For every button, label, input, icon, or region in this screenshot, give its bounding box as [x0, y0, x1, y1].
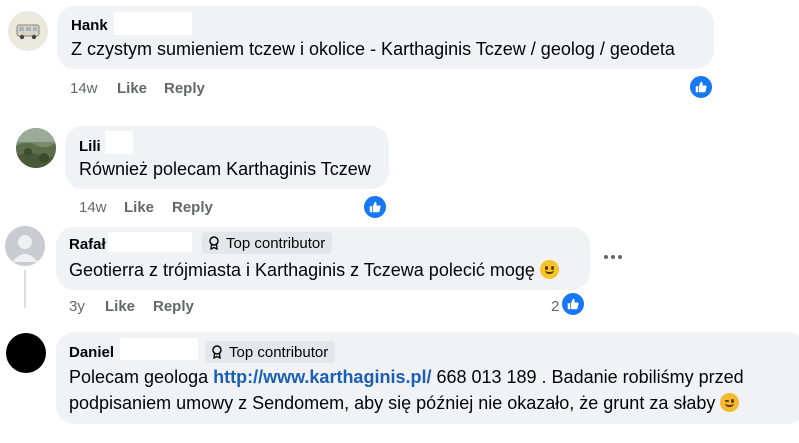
comment-lili: Lili Również polecam Karthaginis Tczew 1…	[0, 110, 799, 220]
reply-button[interactable]: Reply	[164, 80, 205, 97]
comment-text-body: podpisaniem umowy z Sendomem, aby się pó…	[69, 393, 716, 413]
award-ribbon-icon	[209, 236, 219, 250]
like-reaction-icon[interactable]	[688, 74, 714, 100]
comment-text: Polecam geologa http://www.karthaginis.p…	[69, 364, 744, 390]
comment-daniel: Daniel Top contributor Polecam geologa h…	[0, 325, 799, 443]
comment-hank: Hank Z czystym sumieniem tczew i okolice…	[0, 0, 799, 110]
black-avatar-icon[interactable]	[6, 333, 46, 373]
comment-author[interactable]: Daniel	[69, 344, 114, 361]
redacted-name-block	[108, 232, 192, 252]
top-contributor-badge[interactable]: Top contributor	[202, 232, 333, 254]
comment-author[interactable]: Rafał	[69, 236, 106, 253]
more-options-button[interactable]	[604, 247, 622, 267]
like-reaction-icon[interactable]	[362, 194, 388, 220]
reply-button[interactable]: Reply	[153, 298, 194, 315]
comment-text: Z czystym sumieniem tczew i okolice - Ka…	[71, 39, 675, 59]
comment-text-before-link: Polecam geologa	[69, 367, 214, 387]
comment-time[interactable]: 14w	[79, 199, 107, 216]
redacted-name-block	[105, 131, 133, 154]
comment-actions: 14w Like Reply	[70, 80, 270, 98]
comment-text-after-link: 668 013 189 . Badanie robiliśmy przed	[431, 367, 744, 387]
award-ribbon-icon	[212, 345, 222, 359]
reaction-count[interactable]: 2	[551, 298, 559, 315]
thread-line	[24, 270, 26, 308]
top-contributor-badge[interactable]: Top contributor	[205, 341, 336, 363]
default-person-avatar-icon[interactable]	[5, 226, 45, 266]
comment-text: Również polecam Karthaginis Tczew	[79, 159, 371, 179]
reply-button[interactable]: Reply	[172, 199, 213, 216]
smiling-emoji-icon	[539, 260, 559, 279]
badge-label: Top contributor	[229, 343, 329, 361]
landscape-avatar-icon[interactable]	[16, 128, 56, 168]
like-button[interactable]: Like	[124, 199, 154, 216]
like-reaction-icon[interactable]	[560, 291, 586, 317]
comment-time[interactable]: 14w	[70, 80, 98, 97]
comment-author[interactable]: Lili	[79, 138, 101, 155]
like-button[interactable]: Like	[117, 80, 147, 97]
comment-text-body: Geotierra z trójmiasta i Karthaginis z T…	[69, 260, 535, 280]
website-link[interactable]: http://www.karthaginis.pl/	[213, 367, 431, 387]
comment-time[interactable]: 3y	[69, 298, 85, 315]
comment-text: Geotierra z trójmiasta i Karthaginis z T…	[69, 257, 559, 283]
comment-author[interactable]: Hank	[71, 17, 108, 34]
comment-actions: 14w Like Reply	[79, 199, 279, 217]
redacted-name-block	[114, 12, 192, 35]
like-button[interactable]: Like	[105, 298, 135, 315]
winking-emoji-icon	[720, 393, 740, 412]
redacted-name-block	[120, 338, 198, 360]
comment-text-line2: podpisaniem umowy z Sendomem, aby się pó…	[69, 390, 740, 416]
badge-label: Top contributor	[226, 234, 326, 252]
comment-rafal: Rafał Top contributor Geotierra z trójmi…	[0, 220, 799, 325]
van-avatar-icon[interactable]	[8, 11, 48, 51]
comment-actions: 3y Like Reply	[69, 298, 269, 316]
